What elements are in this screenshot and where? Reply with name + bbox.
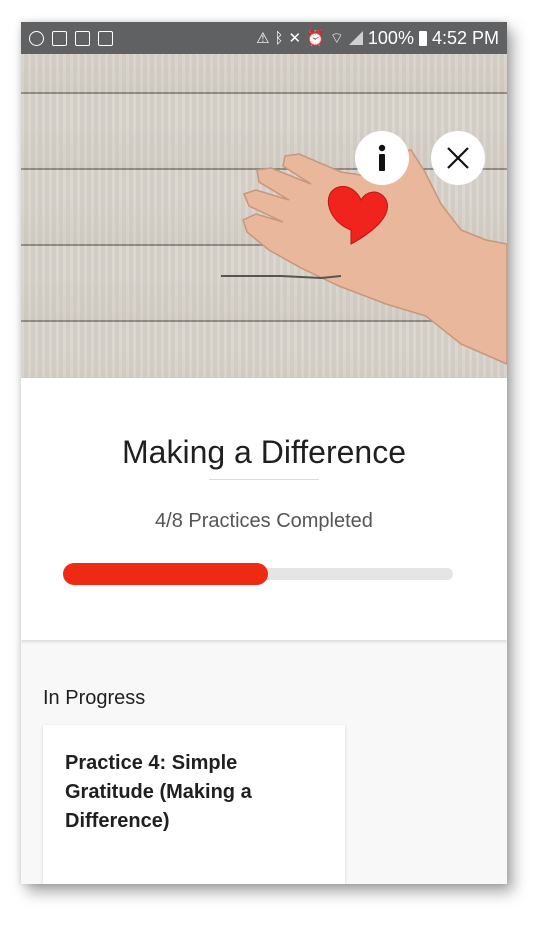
program-title: Making a Difference xyxy=(122,434,406,470)
hand-holding-heart-image xyxy=(221,149,507,365)
progress-bar xyxy=(63,563,453,585)
battery-percent: 100% xyxy=(367,27,414,48)
pulse-icon xyxy=(75,30,90,46)
mute-icon: ✕ xyxy=(288,29,302,47)
in-progress-heading: In Progress xyxy=(43,687,146,709)
program-summary-card: Making a Difference 4/8 Practices Comple… xyxy=(21,378,507,640)
status-bar: ⚠ ᛒ ✕ ⏰ ⌔ 100% 4:52 PM xyxy=(21,22,507,54)
hero-image xyxy=(21,54,507,378)
close-button[interactable] xyxy=(431,131,485,185)
info-button[interactable] xyxy=(355,131,409,185)
clock: 4:52 PM xyxy=(431,27,499,48)
practice-title: Practice 4: Simple Gratitude (Making a D… xyxy=(65,752,252,832)
info-icon xyxy=(378,144,386,171)
status-right-icons: ⚠ ᛒ ✕ ⏰ ⌔ 100% 4:52 PM xyxy=(256,28,499,49)
practice-card[interactable]: Practice 4: Simple Gratitude (Making a D… xyxy=(43,725,345,884)
battery-100-icon xyxy=(98,30,113,46)
app-icon xyxy=(29,30,44,46)
title-divider xyxy=(209,479,319,480)
close-icon xyxy=(447,147,469,169)
bluetooth-icon: ᛒ xyxy=(274,29,284,47)
progress-fill xyxy=(63,563,268,585)
alert-icon: ⚠ xyxy=(256,29,270,47)
signal-icon xyxy=(348,31,363,45)
battery-icon xyxy=(418,30,427,46)
status-left-icons xyxy=(29,30,113,46)
wifi-icon: ⌔ xyxy=(329,29,344,47)
calendar-icon xyxy=(52,30,67,46)
progress-text: 4/8 Practices Completed xyxy=(155,510,373,532)
alarm-icon: ⏰ xyxy=(306,29,325,47)
phone-screen: ⚠ ᛒ ✕ ⏰ ⌔ 100% 4:52 PM Making a Differen… xyxy=(21,22,507,884)
